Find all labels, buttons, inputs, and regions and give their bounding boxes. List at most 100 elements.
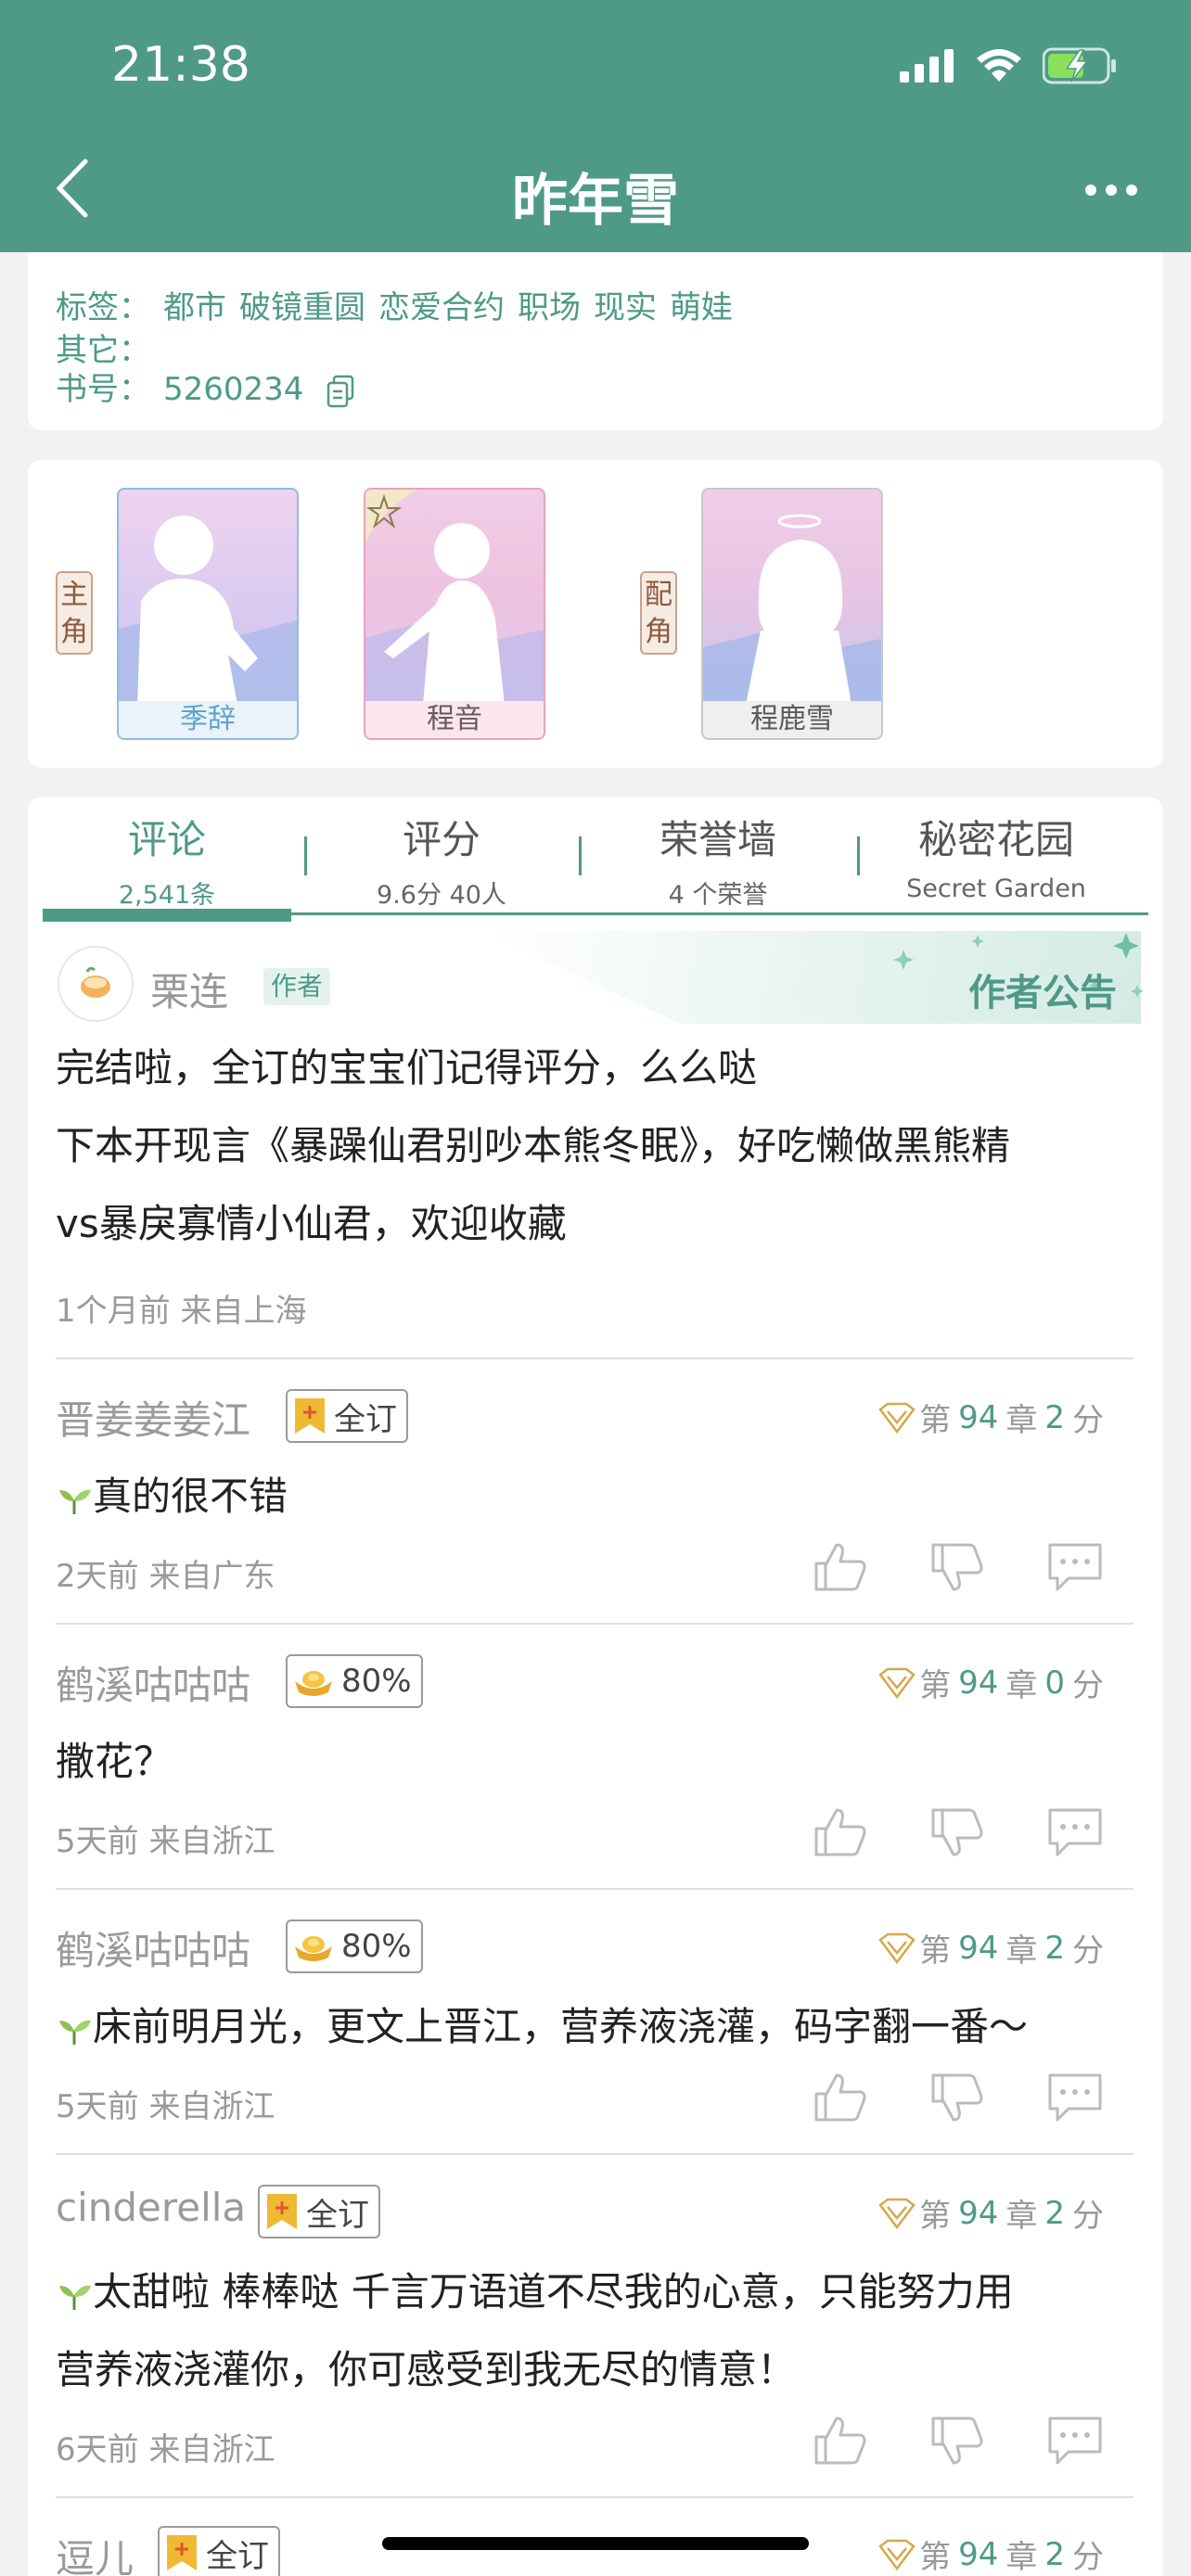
divider <box>56 1358 1133 1359</box>
tags-label: 标签： <box>56 289 150 326</box>
gold-ingot-icon <box>295 1936 332 1961</box>
commenter-name[interactable]: 晋姜姜姜江 <box>56 1389 250 1446</box>
commenter-name[interactable]: 鹤溪咕咕咕 <box>56 1654 250 1711</box>
reply-icon[interactable] <box>1046 1806 1104 1858</box>
comment-text: 太甜啦 棒棒哒 千言万语道不尽我的心意，只能努力用 营养液浇灌你，你可感受到我无… <box>56 2253 1141 2409</box>
divider <box>56 1623 1133 1625</box>
comment-meta: 5天前 来自浙江 <box>56 1823 275 1860</box>
dislike-icon[interactable] <box>929 1806 985 1858</box>
commenter-name[interactable]: 鹤溪咕咕咕 <box>56 1919 250 1976</box>
chapter-score: 第 94 章 2 分 <box>878 1395 1104 1440</box>
score-suffix: 分 <box>1072 1402 1104 1439</box>
comment-line: 真的很不错 <box>93 1473 288 1519</box>
character-name: 季辞 <box>119 701 297 738</box>
chapter-number: 94 <box>958 1664 999 1702</box>
tab-label: 秘密花园 <box>917 817 1074 862</box>
reply-icon[interactable] <box>1046 1541 1104 1593</box>
chapter-number: 94 <box>958 2194 999 2232</box>
character-card[interactable]: 季辞 <box>117 488 299 740</box>
home-indicator <box>382 2537 809 2550</box>
more-icon[interactable] <box>1083 176 1139 204</box>
badge-label: 全订 <box>206 2537 269 2575</box>
chapter-prefix: 第 <box>919 1402 952 1439</box>
tag-item[interactable]: 破镜重圆 <box>239 289 365 326</box>
tab-label: 评论 <box>127 817 206 862</box>
like-icon[interactable] <box>813 2415 868 2467</box>
tab-sub: 2,541条 <box>118 881 216 910</box>
comment-actions <box>813 2072 1104 2123</box>
full-subscribe-icon <box>295 1398 325 1434</box>
character-card[interactable]: 程音 <box>364 488 545 740</box>
chapter-suffix: 章 <box>1005 2539 1038 2576</box>
notice-line: 完结啦，全订的宝宝们记得评分，么么哒 <box>56 1045 758 1090</box>
score-suffix: 分 <box>1072 1932 1104 1970</box>
sprout-icon <box>59 2020 91 2045</box>
score-suffix: 分 <box>1072 2198 1104 2235</box>
tab-honor-wall[interactable]: 荣誉墙 4 个荣誉 <box>588 809 848 911</box>
commenter-name[interactable]: cinderella <box>56 2185 246 2230</box>
main-role-badge: 主角 <box>56 571 93 655</box>
diamond-icon <box>878 1402 916 1434</box>
like-icon[interactable] <box>813 1541 868 1593</box>
tab-comments[interactable]: 评论 2,541条 <box>37 809 297 911</box>
status-icons <box>900 45 1117 87</box>
diamond-icon <box>878 1932 916 1964</box>
badge-label: 80% <box>341 1663 412 1700</box>
tab-ratings[interactable]: 评分 9.6分 40人 <box>312 809 571 911</box>
score-suffix: 分 <box>1072 2539 1104 2576</box>
character-name: 程鹿雪 <box>703 701 881 738</box>
comment-actions <box>813 1806 1104 1858</box>
tag-item[interactable]: 现实 <box>594 289 657 326</box>
tab-label: 评分 <box>402 817 480 862</box>
badge-label: 全订 <box>334 1400 397 1438</box>
book-id: 5260234 <box>163 371 304 408</box>
tab-active-indicator <box>43 909 291 922</box>
tab-secret-garden[interactable]: 秘密花园 Secret Garden <box>866 809 1126 903</box>
chapter-prefix: 第 <box>919 1667 952 1704</box>
tag-item[interactable]: 恋爱合约 <box>378 289 505 326</box>
comment-line: 床前明月光，更文上晋江，营养液浇灌，码字翻一番～ <box>93 2004 1029 2049</box>
comment-meta: 2天前 来自广东 <box>56 1558 275 1595</box>
tag-item[interactable]: 职场 <box>518 289 581 326</box>
like-icon[interactable] <box>813 2072 868 2123</box>
notice-content: 完结啦，全订的宝宝们记得评分，么么哒 下本开现言《暴躁仙君别吵本熊冬眠》，好吃懒… <box>56 1029 1141 1263</box>
page-title: 昨年雪 <box>512 169 679 234</box>
tab-sub: 4 个荣誉 <box>668 881 768 910</box>
diamond-icon <box>878 2539 916 2570</box>
reply-icon[interactable] <box>1046 2415 1104 2467</box>
dislike-icon[interactable] <box>929 1541 985 1593</box>
author-tag: 作者 <box>263 968 331 1005</box>
reply-icon[interactable] <box>1046 2072 1104 2123</box>
sprout-icon <box>59 1489 91 1514</box>
dislike-icon[interactable] <box>929 2072 985 2123</box>
diamond-icon <box>878 2198 916 2229</box>
badge-label: 全订 <box>306 2196 369 2234</box>
tags-row: 标签： 都市 破镜重圆 恋爱合约 职场 现实 萌娃 <box>56 282 733 327</box>
tag-item[interactable]: 都市 <box>163 289 226 326</box>
chapter-score: 第 94 章 2 分 <box>878 1925 1104 1970</box>
comment-text: 真的很不错 <box>56 1458 1141 1536</box>
copy-icon[interactable] <box>327 375 354 408</box>
divider <box>56 1888 1133 1890</box>
tag-item[interactable]: 萌娃 <box>670 289 733 326</box>
tab-separator <box>579 836 582 875</box>
commenter-name[interactable]: 逗儿 <box>56 2528 134 2576</box>
author-avatar[interactable] <box>58 946 134 1022</box>
author-avatar-icon <box>81 966 110 998</box>
comments-card: 评论 2,541条 评分 9.6分 40人 荣誉墙 4 个荣誉 秘密花园 Sec… <box>28 797 1163 2576</box>
like-icon[interactable] <box>813 1806 868 1858</box>
author-name[interactable]: 栗连 <box>150 961 228 1017</box>
chapter-prefix: 第 <box>919 1932 952 1970</box>
divider <box>56 2153 1133 2155</box>
character-card[interactable]: 程鹿雪 <box>701 488 883 740</box>
dislike-icon[interactable] <box>929 2415 985 2467</box>
book-id-label: 书号： <box>56 371 150 408</box>
chapter-prefix: 第 <box>919 2198 952 2235</box>
comment-line: 营养液浇灌你，你可感受到我无尽的情意！ <box>56 2347 797 2392</box>
chapter-prefix: 第 <box>919 2539 952 2576</box>
status-time: 21:38 <box>111 37 250 93</box>
score-suffix: 分 <box>1072 1667 1104 1704</box>
tab-sub: 9.6分 40人 <box>377 881 506 910</box>
full-subscribe-icon <box>267 2194 297 2229</box>
comment-text: 床前明月光，更文上晋江，营养液浇灌，码字翻一番～ <box>56 1988 1141 2066</box>
